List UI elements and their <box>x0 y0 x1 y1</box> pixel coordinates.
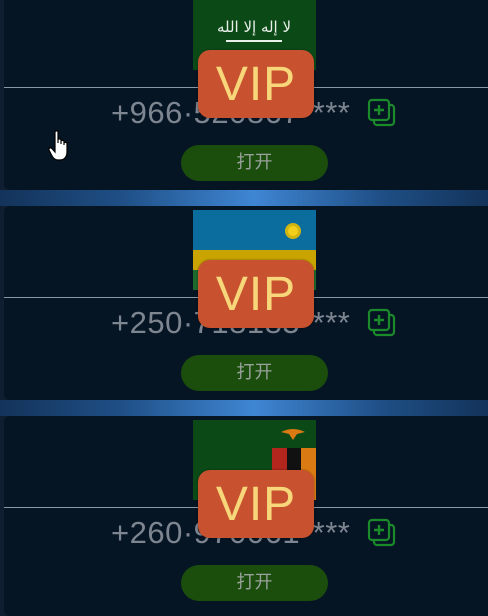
number-card-zambia: +260·970061**** VIP 打开 <box>4 416 488 616</box>
vip-badge: VIP <box>198 260 314 328</box>
flag-inscription: لا إله إلا الله <box>217 18 291 36</box>
number-card-saudi-arabia: لا إله إلا الله +966·520867**** VIP 打开 <box>4 0 488 190</box>
vip-badge: VIP <box>198 470 314 538</box>
copy-plus-icon[interactable] <box>367 518 397 548</box>
open-button[interactable]: 打开 <box>181 145 328 181</box>
card-separator <box>0 190 488 206</box>
card-separator <box>0 400 488 416</box>
number-card-rwanda: +250·718185**** VIP 打开 <box>4 206 488 400</box>
vip-badge: VIP <box>198 50 314 118</box>
open-button[interactable]: 打开 <box>181 565 328 601</box>
copy-plus-icon[interactable] <box>367 98 397 128</box>
hand-pointer-icon <box>48 130 72 162</box>
copy-plus-icon[interactable] <box>367 308 397 338</box>
open-button[interactable]: 打开 <box>181 355 328 391</box>
